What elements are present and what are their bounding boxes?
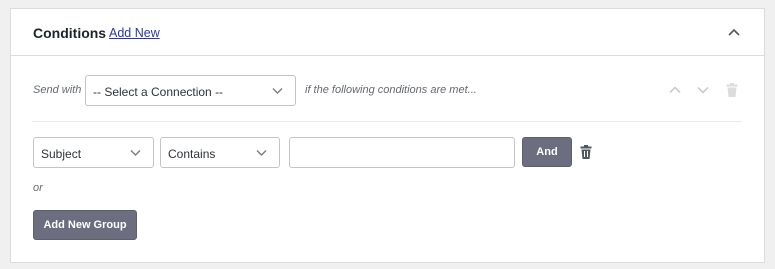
condition-field-value: Subject bbox=[41, 147, 82, 161]
and-button[interactable]: And bbox=[522, 137, 572, 167]
or-label: or bbox=[33, 182, 43, 194]
condition-operator-value: Contains bbox=[168, 147, 216, 161]
panel-title: Conditions bbox=[33, 25, 107, 41]
condition-value-input[interactable] bbox=[289, 137, 515, 168]
conditions-panel: Conditions Add New Send with -- Select a… bbox=[10, 8, 765, 263]
delete-rule-button[interactable] bbox=[726, 83, 740, 97]
trash-icon bbox=[726, 83, 738, 97]
add-new-group-button[interactable]: Add New Group bbox=[33, 210, 137, 240]
send-with-label: Send with bbox=[33, 84, 82, 96]
chevron-down-icon bbox=[256, 150, 267, 156]
condition-operator-select[interactable]: Contains bbox=[160, 137, 280, 168]
connection-select[interactable]: -- Select a Connection -- bbox=[85, 75, 296, 106]
trash-icon bbox=[580, 145, 592, 159]
chevron-down-icon bbox=[272, 88, 283, 94]
chevron-down-icon bbox=[697, 87, 709, 94]
chevron-down-icon bbox=[130, 150, 141, 156]
condition-field-select[interactable]: Subject bbox=[33, 137, 154, 168]
collapse-toggle[interactable] bbox=[726, 24, 742, 40]
divider bbox=[33, 121, 742, 122]
move-down-button[interactable] bbox=[696, 83, 710, 97]
condition-row: Subject Contains And bbox=[33, 137, 742, 168]
delete-condition-button[interactable] bbox=[580, 145, 592, 159]
panel-header: Conditions Add New bbox=[11, 9, 764, 56]
rule-actions bbox=[662, 83, 742, 99]
add-new-link[interactable]: Add New bbox=[109, 26, 160, 40]
conditions-text: if the following conditions are met... bbox=[305, 84, 477, 96]
connection-select-value: -- Select a Connection -- bbox=[93, 85, 224, 99]
chevron-up-icon bbox=[669, 86, 681, 93]
move-up-button[interactable] bbox=[668, 83, 682, 97]
chevron-up-icon bbox=[728, 28, 740, 36]
send-rule-row: Send with -- Select a Connection -- if t… bbox=[33, 75, 742, 106]
